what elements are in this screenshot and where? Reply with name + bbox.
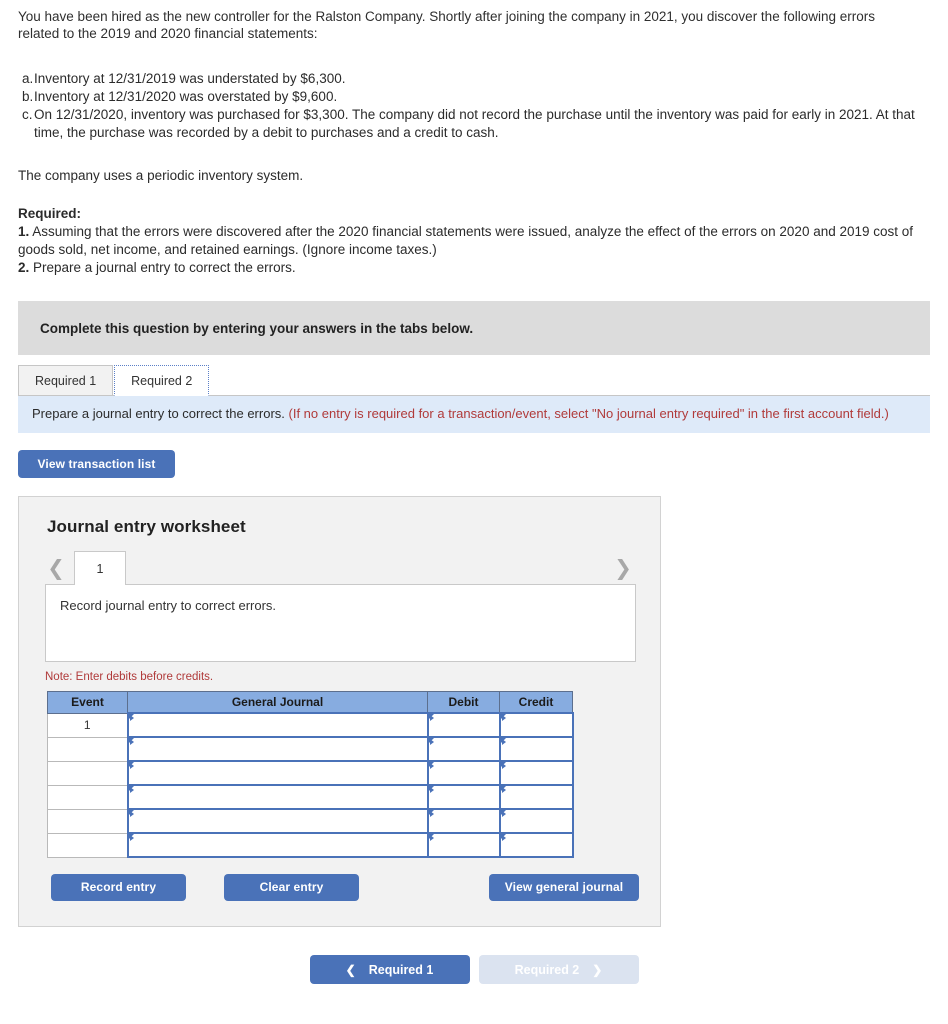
- journal-entry-worksheet-panel: Journal entry worksheet ❮ 1 ❯ Record jou…: [18, 496, 661, 927]
- view-transaction-list-button[interactable]: View transaction list: [18, 450, 175, 478]
- required-heading: Required:: [18, 206, 82, 221]
- worksheet-description-text: Record journal entry to correct errors.: [60, 598, 277, 613]
- instruction-banner: Complete this question by entering your …: [18, 301, 930, 355]
- debit-input-cell[interactable]: [426, 760, 501, 786]
- chevron-right-icon: ❯: [592, 962, 603, 977]
- intro-paragraph: You have been hired as the new controlle…: [18, 8, 930, 42]
- instruction-banner-text: Complete this question by entering your …: [40, 320, 474, 336]
- table-row: [47, 832, 574, 858]
- journal-entry-table-head: Event General Journal Debit Credit: [47, 691, 573, 714]
- error-item: b. Inventory at 12/31/2020 was overstate…: [18, 88, 930, 106]
- account-select-cell[interactable]: [126, 832, 429, 858]
- credit-input-cell[interactable]: [498, 784, 574, 810]
- task-instruction-text: Prepare a journal entry to correct the e…: [32, 406, 289, 421]
- cell-event: [47, 832, 128, 858]
- credit-input-cell[interactable]: [498, 808, 574, 834]
- table-row: 1: [47, 712, 574, 738]
- nav-previous-label: Required 1: [368, 962, 434, 977]
- worksheet-page-tab-1[interactable]: 1: [74, 551, 126, 585]
- cell-event: [47, 784, 128, 810]
- credit-input-cell[interactable]: [498, 712, 574, 738]
- chevron-left-icon: ❮: [345, 962, 356, 977]
- credit-input-cell[interactable]: [498, 760, 574, 786]
- cell-event: [47, 736, 128, 762]
- chevron-right-icon[interactable]: ❯: [612, 558, 634, 585]
- worksheet-description-box: Record journal entry to correct errors.: [45, 584, 636, 662]
- table-row: [47, 808, 574, 834]
- error-text: On 12/31/2020, inventory was purchased f…: [34, 107, 915, 140]
- required-item-1-number: 1.: [18, 224, 30, 239]
- account-select-cell[interactable]: [126, 760, 429, 786]
- required-block: Required: 1. Assuming that the errors we…: [18, 205, 930, 277]
- nav-previous-required-1-button[interactable]: ❮ Required 1: [309, 955, 470, 984]
- account-select-cell[interactable]: [126, 808, 429, 834]
- cell-event: [47, 760, 128, 786]
- debits-before-credits-note: Note: Enter debits before credits.: [45, 671, 214, 683]
- error-item: a. Inventory at 12/31/2019 was understat…: [18, 70, 930, 88]
- required-item-1: 1. Assuming that the errors were discove…: [18, 223, 930, 259]
- debit-input-cell[interactable]: [426, 736, 501, 762]
- nav-next-label: Required 2: [514, 962, 580, 977]
- nav-next-required-2-button[interactable]: Required 2 ❯: [478, 955, 639, 984]
- column-header-event: Event: [47, 691, 128, 714]
- intro-text: You have been hired as the new controlle…: [18, 9, 875, 41]
- error-label: c.: [22, 107, 33, 122]
- tab-required-2[interactable]: Required 2: [114, 365, 210, 396]
- tab-required-1[interactable]: Required 1: [18, 365, 114, 396]
- chevron-left-icon[interactable]: ❮: [45, 558, 67, 585]
- task-instruction-bar: Prepare a journal entry to correct the e…: [18, 396, 930, 433]
- credit-input-cell[interactable]: [498, 832, 574, 858]
- worksheet-pager: ❮ 1 ❯: [45, 551, 636, 585]
- view-general-journal-button[interactable]: View general journal: [489, 874, 639, 901]
- debit-input-cell[interactable]: [426, 784, 501, 810]
- account-select-cell[interactable]: [126, 736, 429, 762]
- account-select-cell[interactable]: [126, 712, 429, 738]
- debit-input-cell[interactable]: [426, 712, 501, 738]
- periodic-inventory-note: The company uses a periodic inventory sy…: [18, 168, 304, 183]
- record-entry-button[interactable]: Record entry: [51, 874, 186, 901]
- journal-entry-table-body: 1: [47, 712, 574, 858]
- credit-input-cell[interactable]: [498, 736, 574, 762]
- worksheet-title: Journal entry worksheet: [47, 517, 246, 536]
- error-label: b.: [22, 89, 34, 104]
- column-header-debit: Debit: [427, 691, 500, 714]
- error-list: a. Inventory at 12/31/2019 was understat…: [18, 70, 930, 142]
- error-text: Inventory at 12/31/2020 was overstated b…: [34, 89, 338, 104]
- task-instruction-hint: (If no entry is required for a transacti…: [288, 406, 889, 421]
- journal-entry-table: Event General Journal Debit Credit 1: [47, 691, 574, 858]
- account-select-cell[interactable]: [126, 784, 429, 810]
- table-row: [47, 784, 574, 810]
- cell-event: 1: [47, 712, 128, 738]
- debit-input-cell[interactable]: [426, 808, 501, 834]
- cell-event: [47, 808, 128, 834]
- bottom-navigation: ❮ Required 1 Required 2 ❯: [18, 955, 930, 984]
- worksheet-page-number: 1: [96, 562, 104, 576]
- tab-required-2-label: Required 2: [131, 374, 193, 388]
- error-text: Inventory at 12/31/2019 was understated …: [34, 71, 346, 86]
- error-label: a.: [22, 71, 34, 86]
- column-header-credit: Credit: [499, 691, 573, 714]
- clear-entry-button[interactable]: Clear entry: [224, 874, 359, 901]
- debit-input-cell[interactable]: [426, 832, 501, 858]
- table-row: [47, 736, 574, 762]
- required-item-1-text: Assuming that the errors were discovered…: [18, 224, 914, 257]
- required-item-2-number: 2.: [18, 260, 30, 275]
- worksheet-actions: Record entry Clear entry View general jo…: [47, 874, 639, 902]
- tab-bar: Required 1 Required 2: [18, 363, 930, 396]
- required-item-2-text: Prepare a journal entry to correct the e…: [29, 260, 296, 275]
- question-page: You have been hired as the new controlle…: [0, 0, 948, 1024]
- error-item: c. On 12/31/2020, inventory was purchase…: [18, 106, 930, 142]
- column-header-general-journal: General Journal: [127, 691, 428, 714]
- table-header-row: Event General Journal Debit Credit: [47, 691, 573, 714]
- table-row: [47, 760, 574, 786]
- tab-required-1-label: Required 1: [35, 374, 97, 388]
- required-item-2: 2. Prepare a journal entry to correct th…: [18, 259, 930, 277]
